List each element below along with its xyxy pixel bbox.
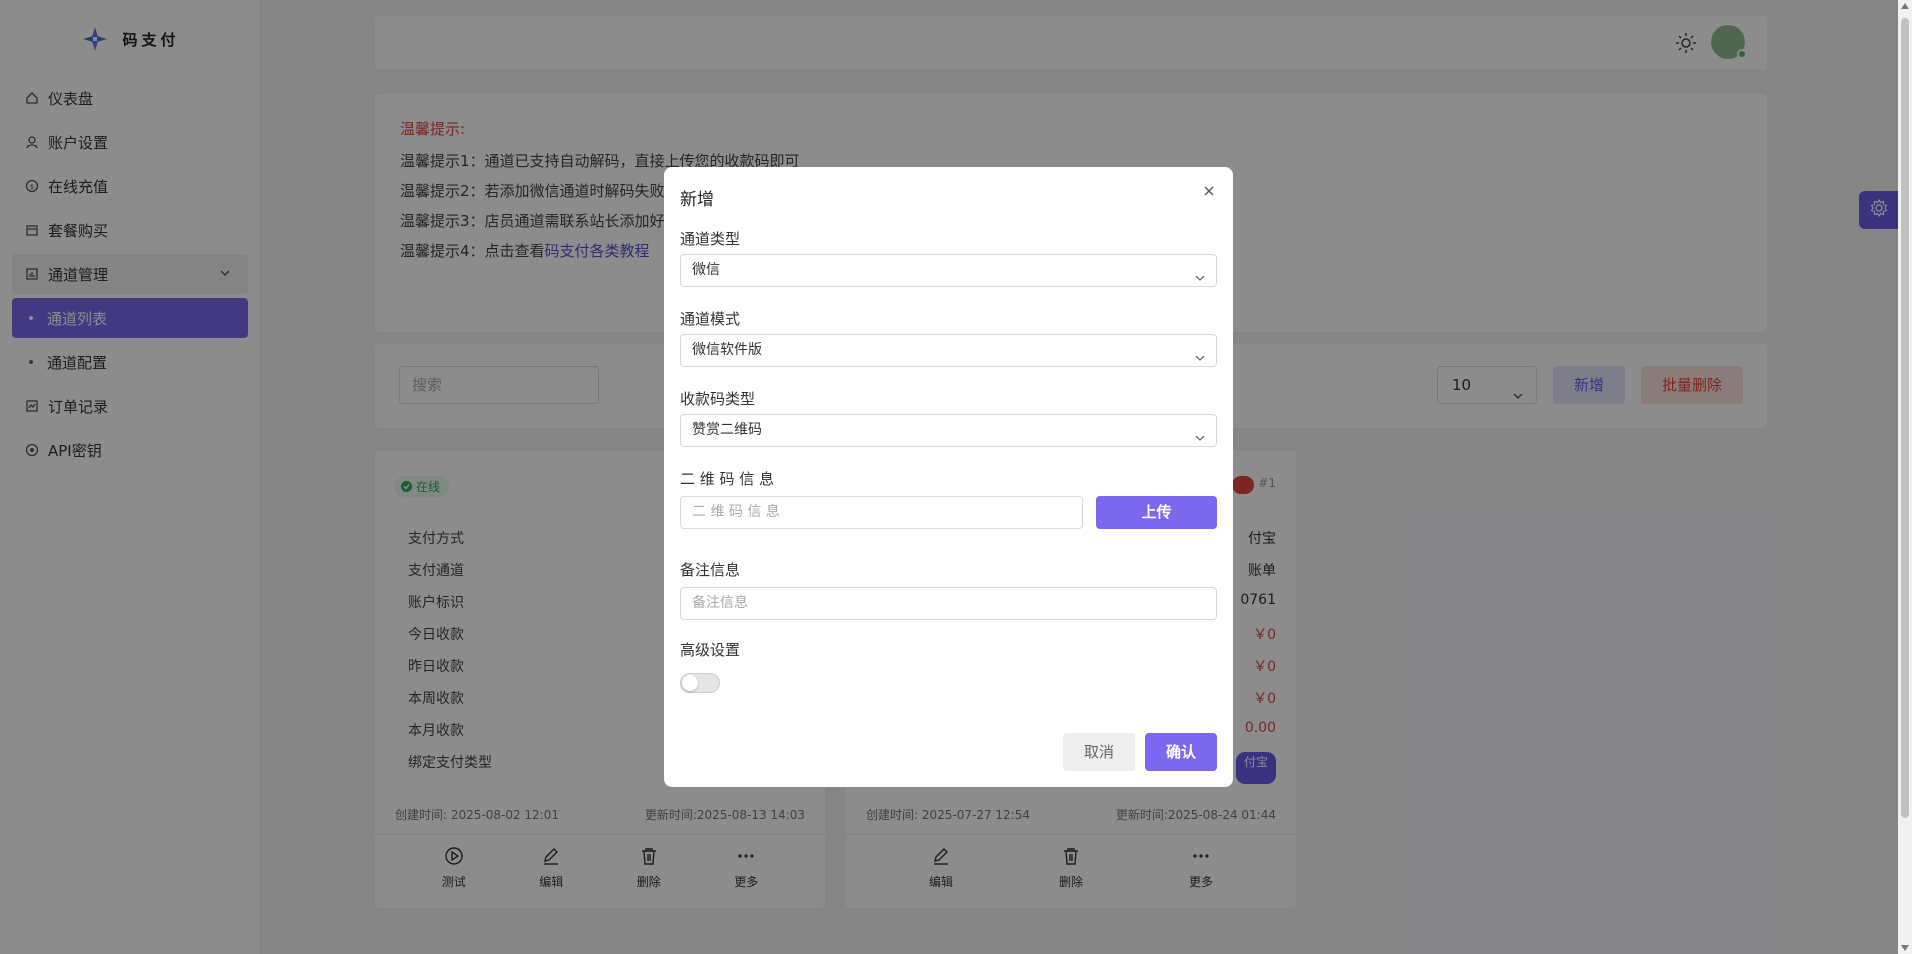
chevron-down-icon xyxy=(1194,265,1206,296)
qr-info-input[interactable]: 二 维 码 信 息 xyxy=(680,496,1083,529)
confirm-button[interactable]: 确认 xyxy=(1145,733,1217,771)
advanced-settings-label: 高级设置 xyxy=(680,641,741,659)
chevron-down-icon xyxy=(1194,425,1206,456)
chevron-down-icon xyxy=(1194,345,1206,376)
scroll-up-arrow-icon[interactable] xyxy=(1901,3,1909,9)
dialog-title: 新增 xyxy=(680,190,714,210)
qr-type-label: 收款码类型 xyxy=(680,390,756,408)
upload-button[interactable]: 上传 xyxy=(1096,496,1217,529)
scrollbar-thumb[interactable] xyxy=(1901,18,1909,818)
select-value: 赞赏二维码 xyxy=(692,422,762,438)
select-value: 微信 xyxy=(692,262,720,278)
channel-mode-select[interactable]: 微信软件版 xyxy=(680,334,1217,367)
advanced-settings-toggle[interactable] xyxy=(680,673,720,693)
close-icon[interactable] xyxy=(1201,183,1217,199)
page-scrollbar[interactable] xyxy=(1898,0,1912,954)
cancel-button[interactable]: 取消 xyxy=(1063,733,1135,771)
remark-label: 备注信息 xyxy=(680,561,741,579)
toggle-knob xyxy=(682,675,698,691)
qr-type-select[interactable]: 赞赏二维码 xyxy=(680,414,1217,447)
scroll-down-arrow-icon[interactable] xyxy=(1901,945,1909,951)
remark-input[interactable]: 备注信息 xyxy=(680,587,1217,620)
channel-type-select[interactable]: 微信 xyxy=(680,254,1217,287)
add-channel-dialog: 新增 通道类型 微信 通道模式 微信软件版 收款码类型 赞赏二维码 二 维 码 … xyxy=(664,167,1233,787)
select-value: 微信软件版 xyxy=(692,342,762,358)
channel-type-label: 通道类型 xyxy=(680,230,741,248)
qr-info-label: 二 维 码 信 息 xyxy=(680,470,775,488)
channel-mode-label: 通道模式 xyxy=(680,310,741,328)
